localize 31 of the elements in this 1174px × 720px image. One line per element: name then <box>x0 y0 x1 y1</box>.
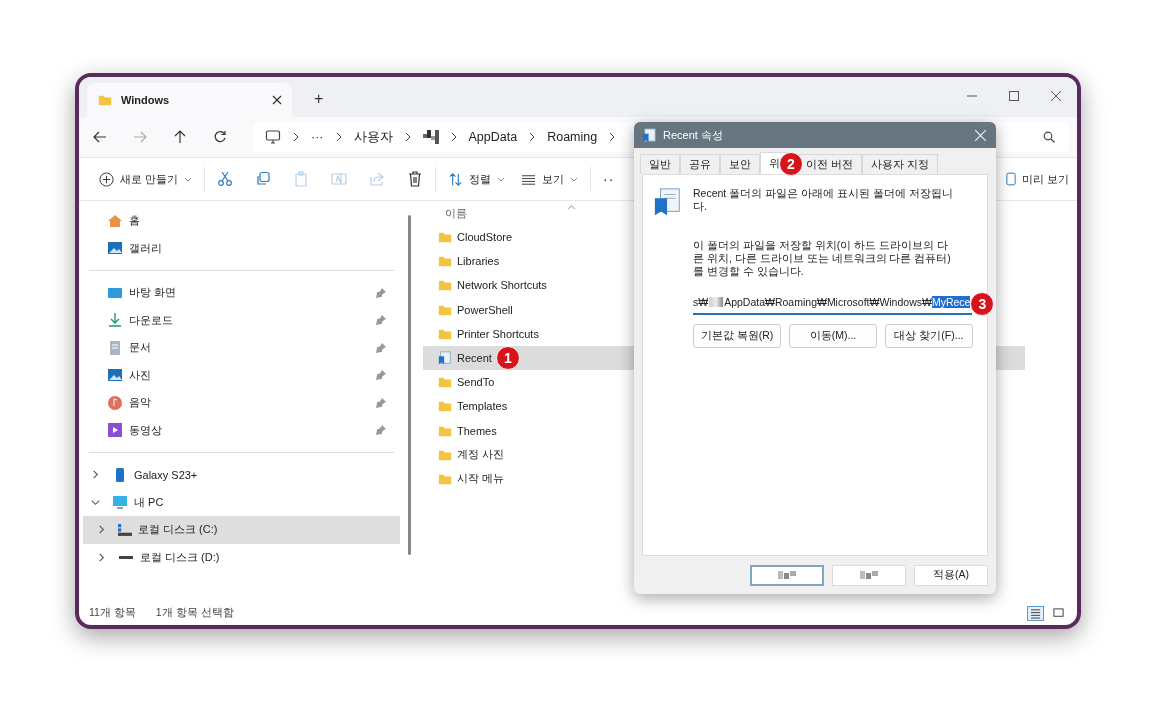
info-text: 이 폴더의 파일을 저장할 위치(이 하드 드라이브의 다른 위치, 다른 드라이브 또는 네트워크의 다른 컴퓨터)를 변경할 수 있습니다. <box>693 239 952 278</box>
file-name: Printer Shortcuts <box>457 327 539 340</box>
sidebar-label: 문서 <box>129 340 151 356</box>
description-text: Recent 폴더의 파일은 아래에 표시된 폴더에 저장됩니다. <box>693 187 954 213</box>
file-name: Templates <box>457 400 508 413</box>
file-name: SendTo <box>457 376 495 389</box>
dialog-title: Recent 속성 <box>663 127 723 143</box>
sidebar-label: 갤러리 <box>129 240 162 256</box>
sidebar-label: 바탕 화면 <box>129 285 177 301</box>
step-badge: 1 <box>495 346 520 371</box>
tree-label: 내 PC <box>134 494 164 510</box>
file-name: PowerShell <box>457 303 513 316</box>
file-name: Libraries <box>457 255 500 268</box>
sidebar-label: 사진 <box>129 367 151 383</box>
tree-label: 로컬 디스크 (C:) <box>138 522 218 538</box>
file-name: Network Shortcuts <box>457 279 547 292</box>
tab-title: Windows <box>121 94 171 106</box>
item-count: 11개 항목 <box>89 606 136 620</box>
tree-label: 로컬 디스크 (D:) <box>140 549 220 565</box>
sidebar-label: 동영상 <box>129 422 162 438</box>
file-name: Recent <box>457 352 492 365</box>
file-name: Themes <box>457 424 497 437</box>
file-name: 계정 사진 <box>457 447 505 463</box>
selection-count: 1개 항목 선택함 <box>155 606 234 620</box>
sidebar-label: 홈 <box>129 213 140 229</box>
file-name: CloudStore <box>457 231 513 244</box>
sidebar-label: 음악 <box>129 395 151 411</box>
tree-label: Galaxy S23+ <box>134 468 198 481</box>
file-name: 시작 메뉴 <box>457 471 505 487</box>
sidebar-label: 다운로드 <box>129 312 173 328</box>
step-badge: 3 <box>970 292 995 316</box>
